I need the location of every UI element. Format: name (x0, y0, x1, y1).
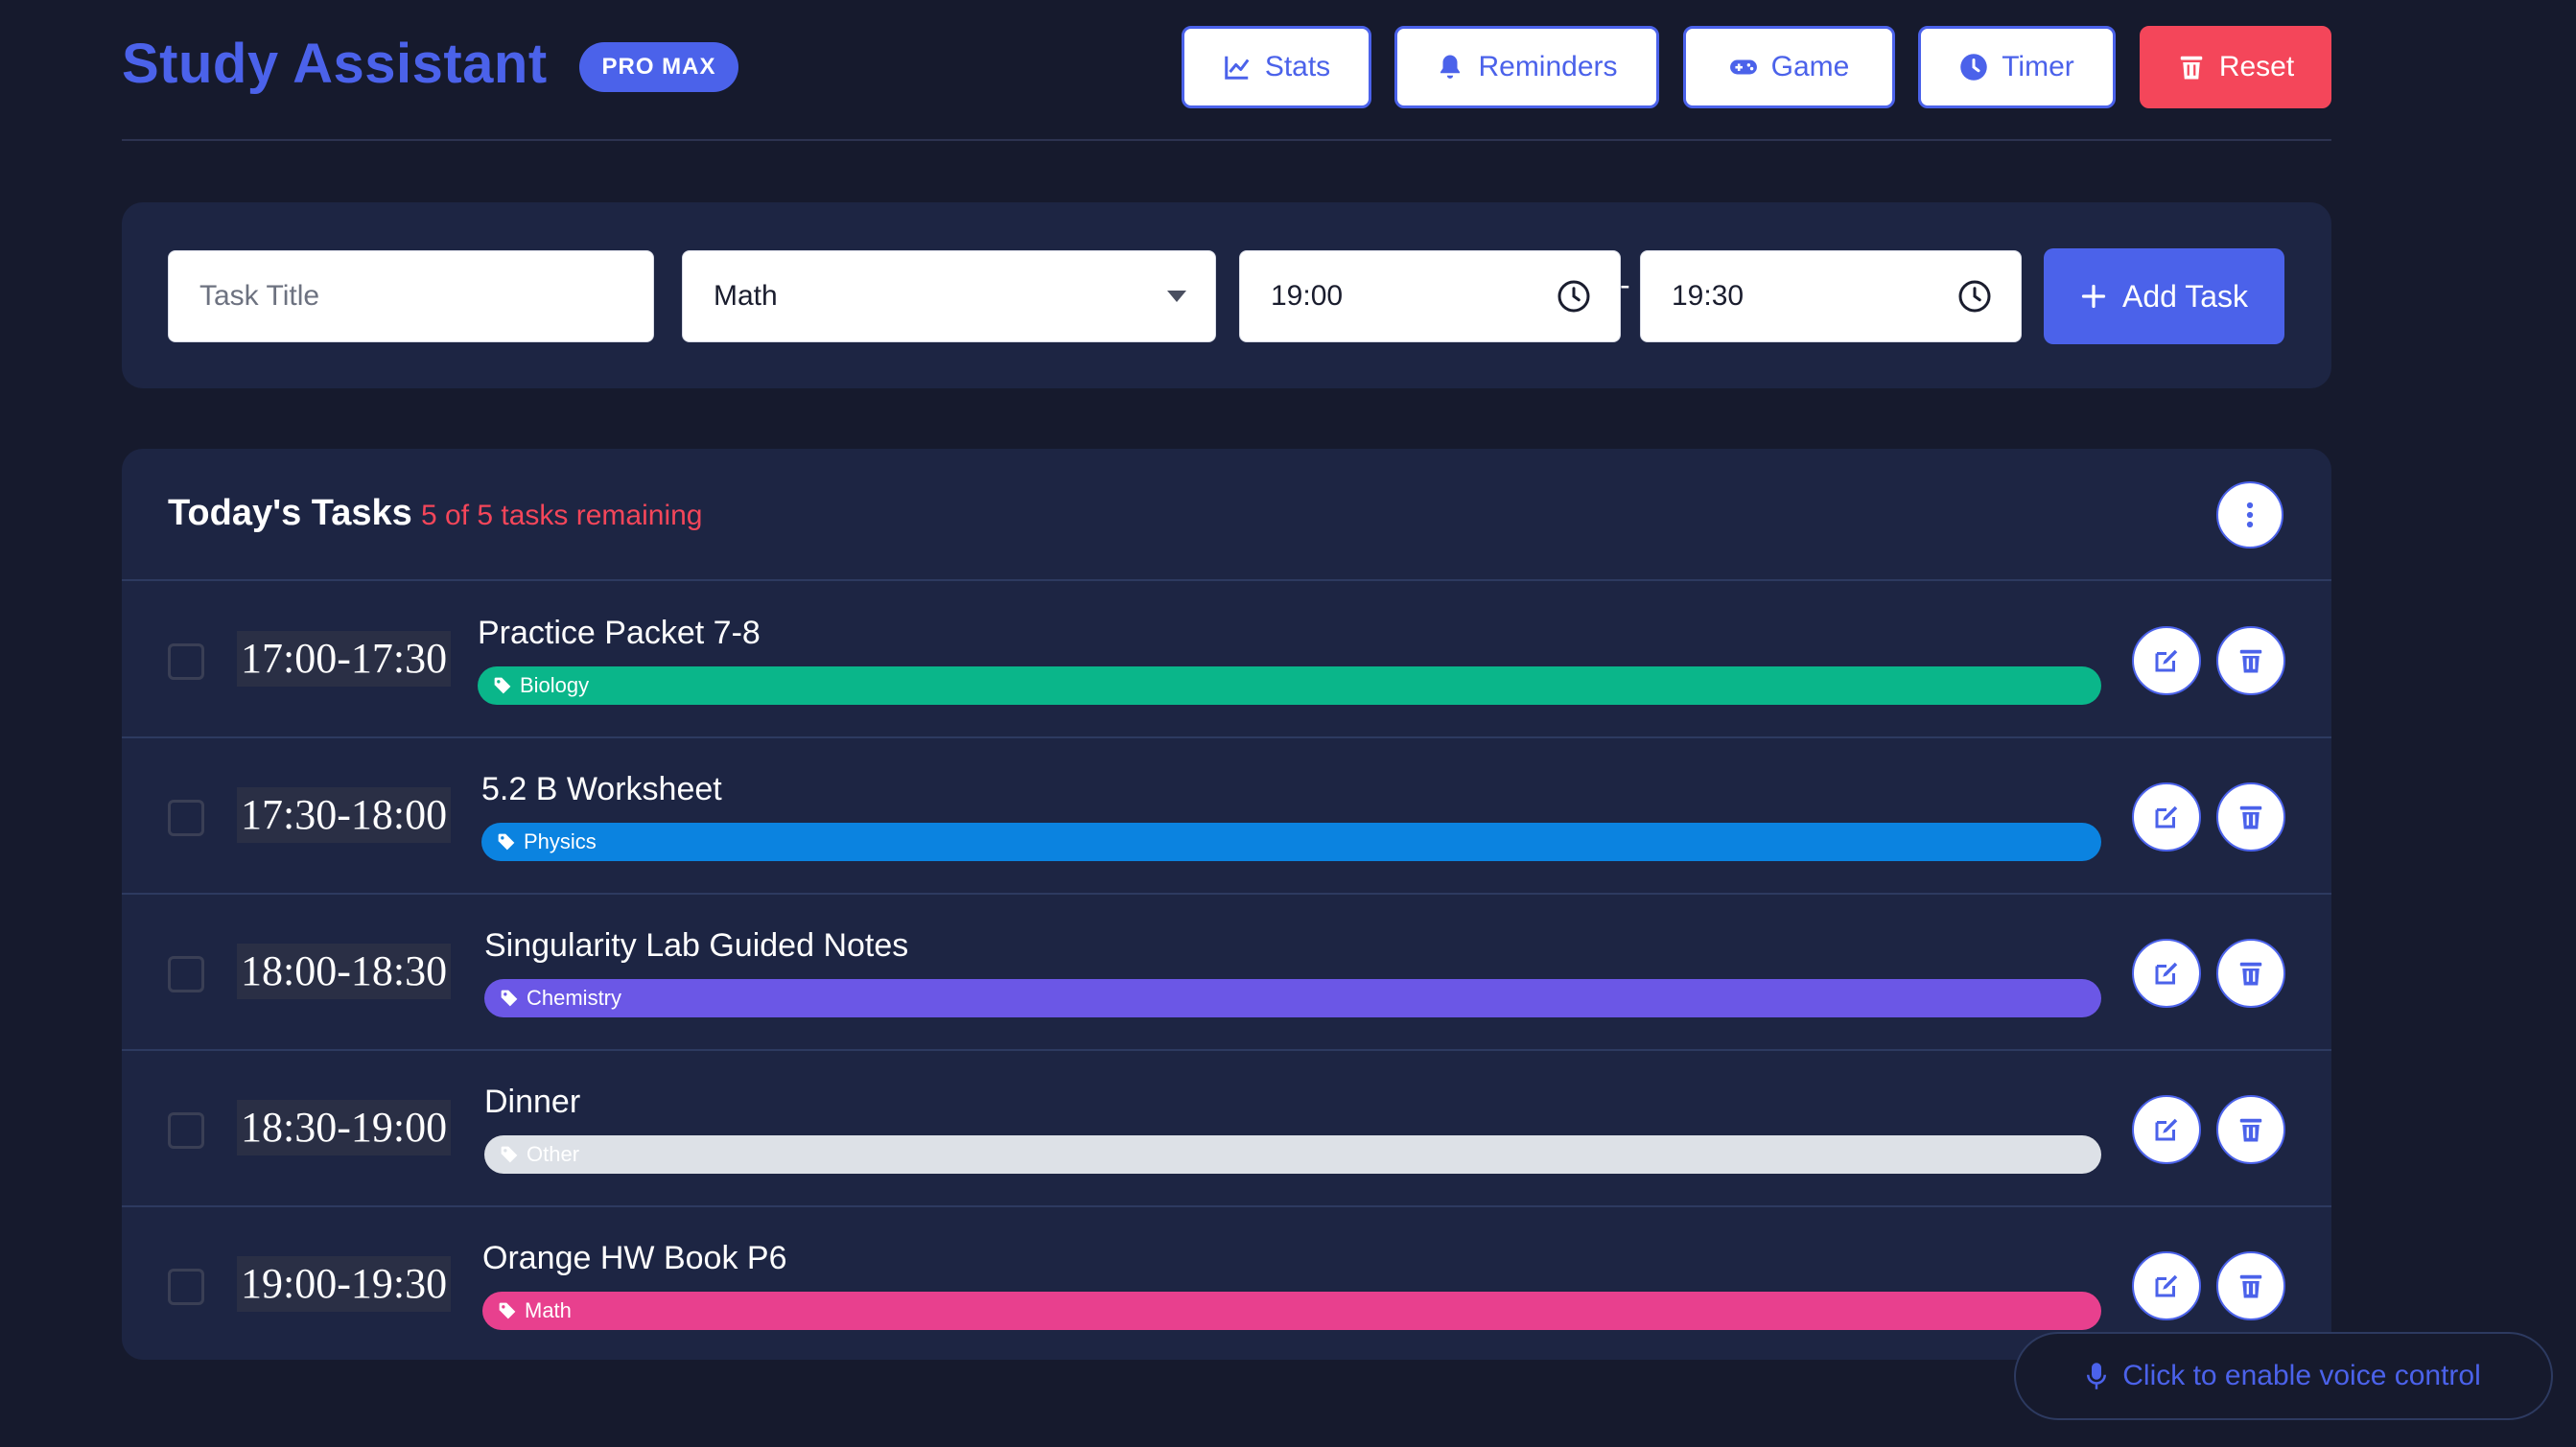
voice-control-label: Click to enable voice control (2122, 1360, 2481, 1391)
start-time-input[interactable]: 19:00 (1239, 250, 1621, 342)
add-task-label: Add Task (2121, 278, 2249, 314)
bell-icon (1440, 55, 1461, 79)
subject-tag: Biology (478, 666, 2101, 705)
task-row: 18:00-18:30 Singularity Lab Guided Notes… (122, 895, 2331, 1051)
task-title: Singularity Lab Guided Notes (484, 927, 909, 964)
subject-tag-label: Chemistry (527, 986, 622, 1010)
gamepad-icon (1729, 59, 1757, 75)
edit-icon (2155, 1274, 2178, 1297)
task-time: 19:00-19:30 (237, 1256, 452, 1312)
more-options-button[interactable] (2216, 481, 2283, 548)
tasks-panel: Today's Tasks 5 of 5 tasks remaining 17:… (122, 449, 2331, 1360)
edit-button[interactable] (2132, 626, 2201, 695)
microphone-icon (2087, 1363, 2107, 1389)
trash-icon (2239, 805, 2262, 829)
clock-icon[interactable] (1557, 279, 1591, 314)
reminders-button[interactable]: Reminders (1394, 26, 1659, 108)
task-time: 17:30-18:00 (237, 787, 452, 843)
edit-button[interactable] (2132, 939, 2201, 1008)
trash-icon (2239, 649, 2262, 673)
subject-tag: Chemistry (484, 979, 2101, 1017)
reminders-label: Reminders (1478, 51, 1618, 82)
subject-selected-value: Math (714, 280, 778, 312)
stats-label: Stats (1264, 51, 1331, 82)
tag-icon (499, 1302, 516, 1319)
stats-button[interactable]: Stats (1182, 26, 1371, 108)
tag-icon (498, 833, 515, 851)
subject-tag-label: Biology (520, 673, 590, 697)
subject-tag: Other (484, 1135, 2101, 1174)
delete-button[interactable] (2216, 626, 2285, 695)
tasks-header: Today's Tasks 5 of 5 tasks remaining (122, 449, 2331, 581)
tag-icon (501, 1146, 518, 1163)
clock-icon[interactable] (1957, 279, 1992, 314)
task-title-field (168, 250, 654, 342)
task-time: 17:00-17:30 (237, 631, 452, 687)
edit-button[interactable] (2132, 782, 2201, 852)
trash-icon (2239, 962, 2262, 986)
tasks-heading: Today's Tasks (168, 493, 412, 533)
task-title: Practice Packet 7-8 (478, 615, 761, 651)
clock-icon (1960, 54, 1987, 81)
chart-line-icon (1225, 56, 1250, 80)
task-checkbox[interactable] (168, 643, 204, 680)
edit-icon (2155, 962, 2178, 985)
tasks-remaining: 5 of 5 tasks remaining (421, 500, 703, 531)
timer-button[interactable]: Timer (1918, 26, 2116, 108)
plan-badge: PRO MAX (579, 42, 738, 92)
reset-button[interactable]: Reset (2140, 26, 2331, 108)
subject-select[interactable]: Math (682, 250, 1216, 342)
more-vertical-icon (2246, 502, 2254, 528)
start-time-value: 19:00 (1271, 280, 1344, 312)
task-time: 18:30-19:00 (237, 1100, 452, 1155)
end-time-input[interactable]: 19:30 (1640, 250, 2022, 342)
delete-button[interactable] (2216, 782, 2285, 852)
add-task-form: Math 19:00 - 19:30 Add Task (122, 202, 2331, 388)
trash-icon (2239, 1274, 2262, 1298)
edit-icon (2155, 1118, 2178, 1141)
edit-icon (2155, 805, 2178, 829)
add-task-button[interactable]: Add Task (2044, 248, 2284, 344)
edit-icon (2155, 649, 2178, 672)
subject-tag-label: Math (525, 1298, 572, 1322)
delete-button[interactable] (2216, 1251, 2285, 1320)
end-time-value: 19:30 (1672, 280, 1745, 312)
tag-icon (494, 677, 511, 694)
task-checkbox[interactable] (168, 1269, 204, 1305)
task-checkbox[interactable] (168, 1112, 204, 1149)
subject-tag: Physics (481, 823, 2101, 861)
header: Study Assistant PRO MAX Stats Reminders (122, 0, 2331, 141)
voice-control-button[interactable]: Click to enable voice control (2014, 1332, 2553, 1420)
task-title: 5.2 B Worksheet (481, 771, 722, 807)
subject-tag-label: Other (527, 1142, 580, 1166)
edit-button[interactable] (2132, 1251, 2201, 1320)
task-row: 17:30-18:00 5.2 B Worksheet Physics (122, 738, 2331, 895)
edit-button[interactable] (2132, 1095, 2201, 1164)
task-time: 18:00-18:30 (237, 944, 452, 999)
game-button[interactable]: Game (1683, 26, 1895, 108)
task-checkbox[interactable] (168, 800, 204, 836)
subject-tag-label: Physics (524, 829, 597, 853)
tag-icon (501, 990, 518, 1007)
chevron-down-icon (1167, 291, 1186, 302)
game-label: Game (1770, 51, 1850, 82)
task-title: Dinner (484, 1084, 581, 1120)
trash-icon (2180, 56, 2203, 80)
trash-icon (2239, 1118, 2262, 1142)
task-title-input[interactable] (169, 251, 653, 341)
app-title: Study Assistant (122, 33, 548, 95)
timer-label: Timer (2002, 51, 2074, 82)
plus-icon (2081, 284, 2106, 309)
time-separator: - (1620, 268, 1630, 302)
task-checkbox[interactable] (168, 956, 204, 992)
task-row: 18:30-19:00 Dinner Other (122, 1051, 2331, 1207)
subject-tag: Math (482, 1292, 2101, 1330)
delete-button[interactable] (2216, 939, 2285, 1008)
task-row: 19:00-19:30 Orange HW Book P6 Math (122, 1207, 2331, 1360)
task-row: 17:00-17:30 Practice Packet 7-8 Biology (122, 582, 2331, 738)
reset-label: Reset (2218, 51, 2295, 82)
delete-button[interactable] (2216, 1095, 2285, 1164)
task-title: Orange HW Book P6 (482, 1240, 787, 1276)
app-root: Study Assistant PRO MAX Stats Reminders (0, 0, 2576, 1447)
